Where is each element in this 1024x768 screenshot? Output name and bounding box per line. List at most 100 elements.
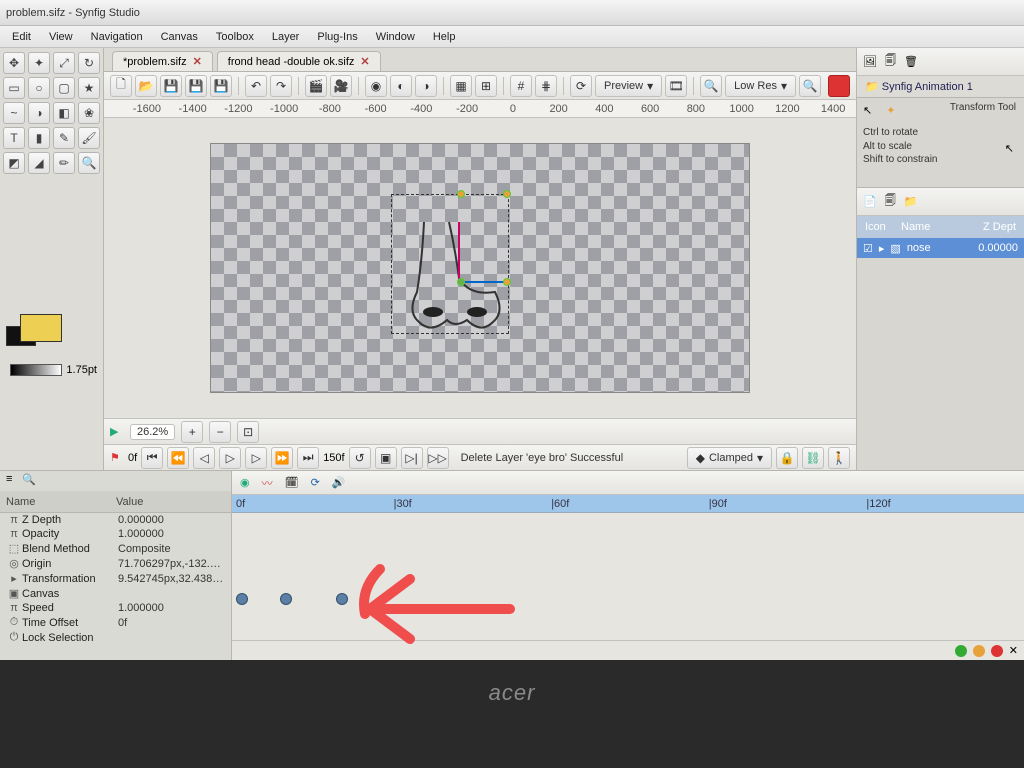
params-search-icon[interactable]: 🔍 bbox=[22, 473, 36, 489]
zoom-fit-page-button[interactable]: ⊡ bbox=[237, 421, 259, 443]
sketch-tool[interactable]: ✏ bbox=[53, 152, 75, 174]
loop-button[interactable]: ↺ bbox=[349, 447, 371, 469]
param-value[interactable]: 1.000000 bbox=[118, 528, 225, 540]
save-button[interactable]: 💾 bbox=[160, 75, 182, 97]
param-row[interactable]: ▸Transformation9.542745px,32.438163px bbox=[0, 571, 231, 586]
canvas[interactable] bbox=[210, 143, 750, 393]
param-row[interactable]: ◎Origin71.706297px,-132.97137 bbox=[0, 556, 231, 571]
visibility-checkbox[interactable]: ☑ bbox=[863, 242, 873, 255]
render-settings-button[interactable]: 🎞 bbox=[665, 75, 687, 97]
eyedrop-tool[interactable]: ✎ bbox=[53, 127, 75, 149]
menu-plugins[interactable]: Plug-Ins bbox=[309, 29, 365, 45]
onion-skin-button[interactable]: ◉ bbox=[365, 75, 387, 97]
onion-past-button[interactable]: ◐ bbox=[390, 75, 412, 97]
handle-origin[interactable] bbox=[457, 190, 465, 198]
keyframe-waypoint[interactable] bbox=[236, 593, 248, 605]
param-row[interactable]: ⏻Lock Selection bbox=[0, 630, 231, 645]
params-tab-icon[interactable]: ≡ bbox=[6, 473, 12, 489]
show-grid-button[interactable]: ▦ bbox=[450, 75, 472, 97]
seek-prev-kf-button[interactable]: ⏪ bbox=[167, 447, 189, 469]
timetrack-icon[interactable]: ◉ bbox=[240, 476, 250, 489]
param-value[interactable]: 0.000000 bbox=[118, 514, 225, 526]
mirror-tool[interactable]: ▭ bbox=[3, 77, 25, 99]
snap-guides-button[interactable]: ⋕ bbox=[535, 75, 557, 97]
redo-button[interactable]: ↷ bbox=[270, 75, 292, 97]
zoom-fit-button[interactable]: 🔍 bbox=[700, 75, 722, 97]
record-button[interactable] bbox=[828, 75, 850, 97]
spline-tool[interactable]: ~ bbox=[3, 102, 25, 124]
next-button[interactable]: ▷| bbox=[401, 447, 423, 469]
width-tool[interactable]: ◢ bbox=[28, 152, 50, 174]
rotate-tool[interactable]: ↻ bbox=[78, 52, 100, 74]
transform-tool[interactable]: ✥ bbox=[3, 52, 25, 74]
handle-scale[interactable] bbox=[457, 278, 465, 286]
seek-begin-button[interactable]: ⏮ bbox=[141, 447, 163, 469]
handle-corner[interactable] bbox=[503, 190, 511, 198]
brush-tool[interactable]: 🖌 bbox=[78, 127, 100, 149]
history-icon[interactable]: ⟳ bbox=[311, 476, 320, 489]
close-panel-icon[interactable]: ✕ bbox=[1009, 644, 1018, 657]
undo-button[interactable]: ↶ bbox=[245, 75, 267, 97]
zoom-out-button[interactable]: − bbox=[209, 421, 231, 443]
keyframe-waypoint[interactable] bbox=[280, 593, 292, 605]
sound-icon[interactable]: 🔊 bbox=[332, 476, 346, 489]
show-guides-button[interactable]: # bbox=[510, 75, 532, 97]
render-button[interactable]: 🎬 bbox=[305, 75, 327, 97]
handle-rotate[interactable] bbox=[503, 278, 511, 286]
menu-edit[interactable]: Edit bbox=[4, 29, 39, 45]
interpolation-dropdown[interactable]: ◆ Clamped ▾ bbox=[687, 447, 772, 469]
timeline-ruler[interactable]: 0f |30f |60f |90f |120f bbox=[232, 495, 1024, 513]
lowres-dropdown[interactable]: Low Res ▾ bbox=[725, 75, 796, 97]
save-all-button[interactable]: 💾 bbox=[210, 75, 232, 97]
star-tool[interactable]: ★ bbox=[78, 77, 100, 99]
new-layer-icon[interactable]: 📄 bbox=[863, 195, 877, 208]
open-file-button[interactable]: 📂 bbox=[135, 75, 157, 97]
duplicate-layer-icon[interactable]: 🗐 bbox=[885, 192, 896, 211]
preview-button[interactable]: 🎥 bbox=[330, 75, 352, 97]
param-row[interactable]: πZ Depth0.000000 bbox=[0, 513, 231, 527]
param-value[interactable]: 0f bbox=[118, 617, 225, 629]
zoom-level[interactable]: 26.2% bbox=[130, 424, 175, 440]
close-icon[interactable]: ✕ bbox=[193, 55, 202, 68]
menu-window[interactable]: Window bbox=[368, 29, 423, 45]
curves-icon[interactable]: 〰 bbox=[262, 475, 273, 491]
menu-toolbox[interactable]: Toolbox bbox=[208, 29, 262, 45]
snap-grid-button[interactable]: ⊞ bbox=[475, 75, 497, 97]
param-row[interactable]: ⬚Blend MethodComposite bbox=[0, 541, 231, 556]
man-icon[interactable]: 🚶 bbox=[828, 447, 850, 469]
current-frame[interactable]: 0f bbox=[128, 452, 137, 464]
keyframe-lock-button[interactable]: 🔒 bbox=[776, 447, 798, 469]
zoom-icon[interactable]: 🔍 bbox=[799, 75, 821, 97]
smooth-move-tool[interactable]: ✦ bbox=[28, 52, 50, 74]
new-file-button[interactable]: 🗋 bbox=[110, 75, 132, 97]
seek-back-button[interactable]: ◁ bbox=[193, 447, 215, 469]
save-as-button[interactable]: 💾 bbox=[185, 75, 207, 97]
menu-help[interactable]: Help bbox=[425, 29, 464, 45]
group-layer-icon[interactable]: 📁 bbox=[904, 195, 918, 208]
duplicate-icon[interactable]: 🗐 bbox=[885, 52, 896, 71]
seek-end-button[interactable]: ⏭ bbox=[297, 447, 319, 469]
bounds-button[interactable]: ▣ bbox=[375, 447, 397, 469]
close-icon[interactable]: ✕ bbox=[360, 55, 369, 68]
zoom-in-button[interactable]: + bbox=[181, 421, 203, 443]
menu-view[interactable]: View bbox=[41, 29, 81, 45]
timeline-track-area[interactable] bbox=[232, 513, 1024, 640]
refresh-button[interactable]: ⟳ bbox=[570, 75, 592, 97]
keyframes-icon[interactable]: 🗓 bbox=[285, 476, 299, 489]
param-value[interactable]: 9.542745px,32.438163px bbox=[118, 573, 225, 585]
cutout-tool[interactable]: ◩ bbox=[3, 152, 25, 174]
play-button[interactable]: ▷ bbox=[219, 447, 241, 469]
expand-icon[interactable]: ▸ bbox=[879, 242, 885, 255]
rect-tool[interactable]: ▢ bbox=[53, 77, 75, 99]
duration-field[interactable]: 150f bbox=[323, 452, 344, 464]
canvas-browser[interactable]: 📁 Synfig Animation 1 bbox=[857, 76, 1024, 97]
animate-mode-button[interactable]: ⛓ bbox=[802, 447, 824, 469]
tab-problem[interactable]: *problem.sifz✕ bbox=[112, 51, 213, 71]
gradient-tool[interactable]: ◧ bbox=[53, 102, 75, 124]
end-button[interactable]: ▷▷ bbox=[427, 447, 449, 469]
seek-next-kf-button[interactable]: ⏩ bbox=[271, 447, 293, 469]
zoom-tool[interactable]: 🔍 bbox=[78, 152, 100, 174]
param-row[interactable]: ▣Canvas bbox=[0, 586, 231, 601]
text-tool[interactable]: T bbox=[3, 127, 25, 149]
param-value[interactable]: 1.000000 bbox=[118, 602, 225, 614]
